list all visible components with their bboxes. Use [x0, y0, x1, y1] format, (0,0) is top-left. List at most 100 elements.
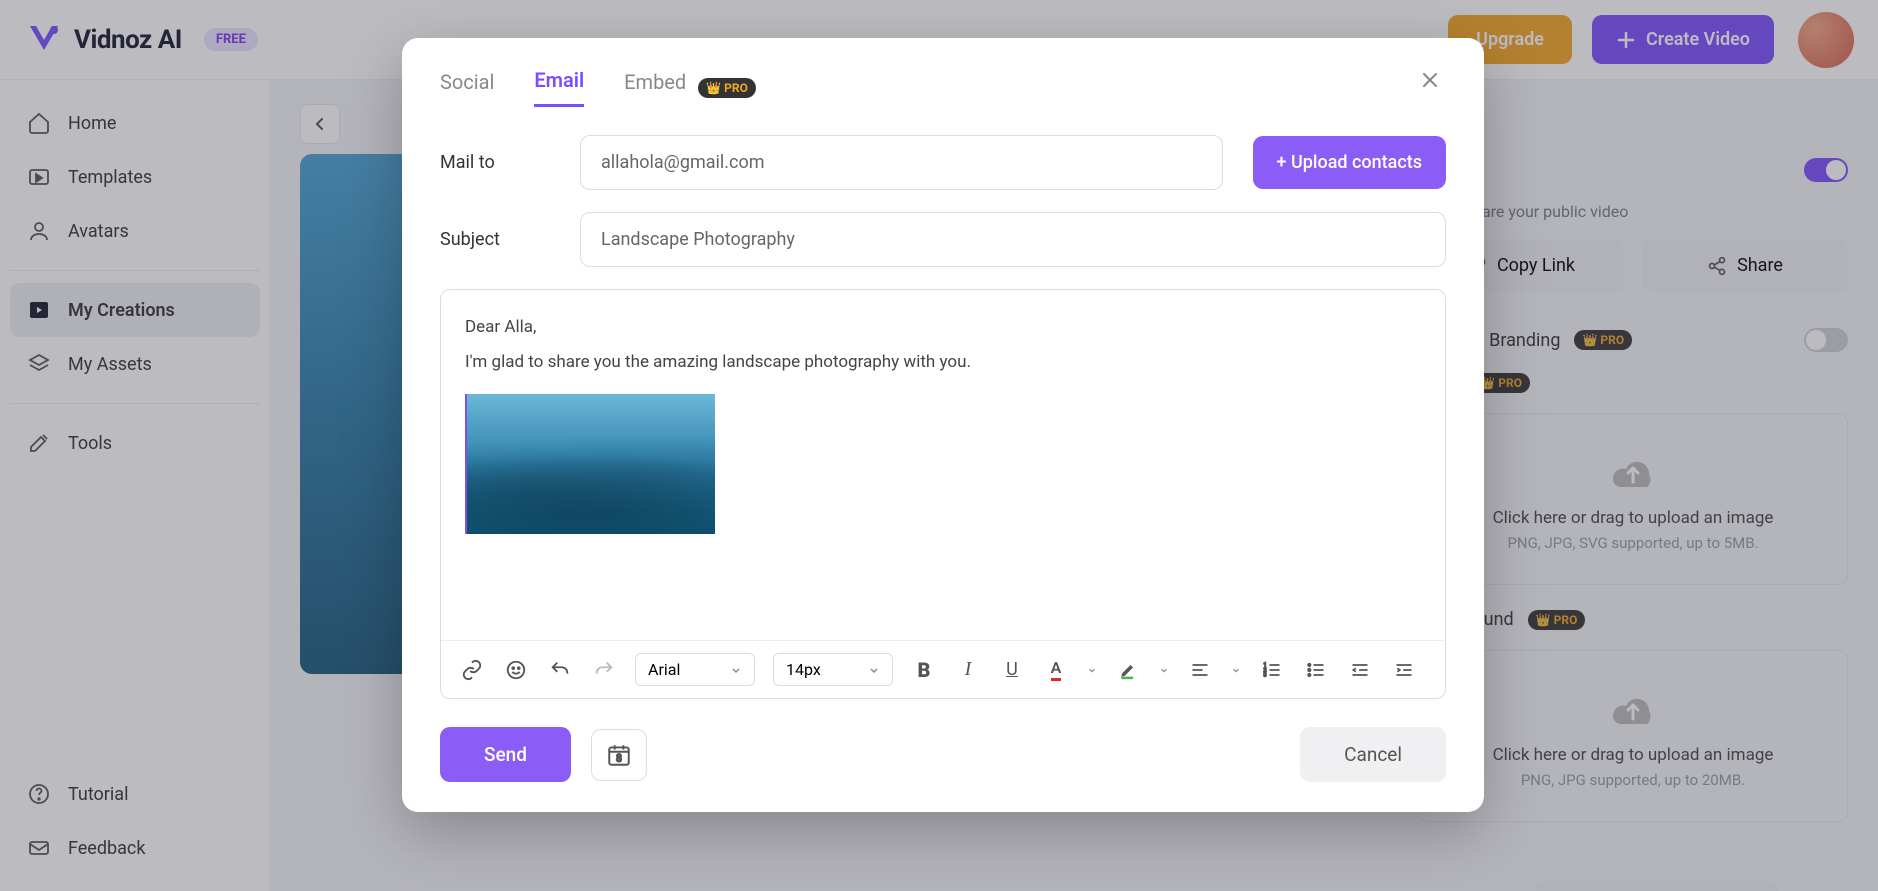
cancel-button[interactable]: Cancel	[1300, 727, 1446, 782]
branding-toggle[interactable]	[1804, 328, 1848, 352]
subject-input[interactable]	[580, 212, 1446, 267]
layers-icon	[26, 351, 52, 377]
create-label: Create Video	[1646, 29, 1750, 50]
unordered-list-tool[interactable]	[1303, 657, 1329, 683]
sidebar-item-label: Templates	[68, 167, 152, 188]
templates-icon	[26, 164, 52, 190]
chevron-down-icon	[868, 664, 880, 676]
email-embedded-image[interactable]	[465, 394, 715, 534]
outdent-icon	[1350, 660, 1370, 680]
help-icon	[26, 781, 52, 807]
sidebar-item-feedback[interactable]: Feedback	[10, 821, 260, 875]
sidebar-item-label: My Creations	[68, 300, 175, 321]
undo-tool[interactable]	[547, 657, 573, 683]
copy-link-label: Copy Link	[1497, 255, 1575, 276]
svg-text:8: 8	[616, 753, 621, 764]
share-label: Share	[1737, 255, 1783, 276]
share-button[interactable]: Share	[1642, 239, 1848, 292]
link-tool[interactable]	[459, 657, 485, 683]
share-modal: Social Email Embed 👑 PRO Mail to + Uploa…	[402, 38, 1484, 812]
redo-tool[interactable]	[591, 657, 617, 683]
brand-name: Vidnoz AI	[74, 25, 182, 55]
pro-badge: 👑 PRO	[1574, 330, 1632, 350]
tab-social[interactable]: Social	[440, 70, 494, 106]
close-button[interactable]	[1418, 68, 1446, 96]
tab-embed[interactable]: Embed	[624, 70, 686, 106]
email-editor: Dear Alla, I'm glad to share you the ama…	[440, 289, 1446, 699]
upload-contacts-label: + Upload contacts	[1277, 152, 1422, 173]
emoji-tool[interactable]	[503, 657, 529, 683]
play-square-icon	[26, 297, 52, 323]
svg-text:3: 3	[1264, 672, 1267, 678]
highlight-tool[interactable]	[1115, 657, 1141, 683]
editor-body[interactable]: Dear Alla, I'm glad to share you the ama…	[441, 290, 1445, 640]
sidebar-item-tutorial[interactable]: Tutorial	[10, 767, 260, 821]
upload-title: Click here or drag to upload an image	[1439, 508, 1827, 528]
sidebar-item-label: Tutorial	[68, 784, 128, 805]
mail-icon	[26, 835, 52, 861]
schedule-button[interactable]: 8	[591, 729, 647, 781]
cta-button[interactable]: Call-to-Action Button	[1535, 881, 1778, 891]
outdent-tool[interactable]	[1347, 657, 1373, 683]
font-family-value: Arial	[648, 660, 680, 679]
subject-label: Subject	[440, 229, 550, 250]
create-video-button[interactable]: Create Video	[1592, 15, 1774, 64]
sidebar-item-templates[interactable]: Templates	[10, 150, 260, 204]
tab-email[interactable]: Email	[534, 68, 584, 107]
cloud-upload-icon	[1601, 683, 1665, 731]
underline-tool[interactable]: U	[999, 657, 1025, 683]
brand[interactable]: Vidnoz AI FREE	[24, 20, 258, 60]
close-icon	[1418, 68, 1442, 92]
avatar-icon	[26, 218, 52, 244]
font-family-select[interactable]: Arial	[635, 653, 755, 686]
chevron-down-icon[interactable]	[1231, 665, 1241, 675]
undo-icon	[549, 659, 571, 681]
logo-mark-icon	[24, 20, 64, 60]
email-greeting: Dear Alla,	[465, 314, 1421, 341]
indent-tool[interactable]	[1391, 657, 1417, 683]
sidebar-item-my-creations[interactable]: My Creations	[10, 283, 260, 337]
sidebar-item-tools[interactable]: Tools	[10, 416, 260, 470]
cloud-upload-icon	[1601, 446, 1665, 494]
ordered-list-tool[interactable]: 123	[1259, 657, 1285, 683]
upload-hint: PNG, JPG supported, up to 20MB.	[1439, 771, 1827, 789]
sidebar-item-label: Feedback	[68, 838, 145, 859]
sidebar-item-label: Tools	[68, 433, 112, 454]
sidebar-item-avatars[interactable]: Avatars	[10, 204, 260, 258]
back-button[interactable]	[300, 104, 340, 144]
upload-contacts-button[interactable]: + Upload contacts	[1253, 136, 1446, 189]
bold-tool[interactable]: B	[911, 657, 937, 683]
pro-badge: 👑 PRO	[698, 78, 756, 98]
send-label: Send	[484, 743, 527, 766]
cancel-label: Cancel	[1344, 743, 1402, 766]
sidebar-item-home[interactable]: Home	[10, 96, 260, 150]
share-icon	[1707, 256, 1727, 276]
align-tool[interactable]	[1187, 657, 1213, 683]
highlighter-icon	[1118, 660, 1138, 680]
user-avatar[interactable]	[1798, 12, 1854, 68]
mail-to-input[interactable]	[580, 135, 1223, 190]
align-left-icon	[1190, 660, 1210, 680]
chevron-down-icon[interactable]	[1087, 665, 1097, 675]
sidebar: Home Templates Avatars My Creations My A…	[0, 80, 270, 891]
sidebar-item-label: My Assets	[68, 354, 152, 375]
italic-tool[interactable]: I	[955, 657, 981, 683]
free-badge: FREE	[204, 28, 258, 51]
send-button[interactable]: Send	[440, 727, 571, 782]
tools-icon	[26, 430, 52, 456]
editor-toolbar: Arial 14px B I U A 123	[441, 640, 1445, 698]
smile-icon	[505, 659, 527, 681]
sidebar-item-label: Avatars	[68, 221, 129, 242]
indent-icon	[1394, 660, 1414, 680]
text-color-tool[interactable]: A	[1043, 657, 1069, 683]
sidebar-item-my-assets[interactable]: My Assets	[10, 337, 260, 391]
video-toggle[interactable]	[1804, 158, 1848, 182]
sidebar-item-label: Home	[68, 113, 116, 134]
plus-icon	[1616, 30, 1636, 50]
chevron-down-icon	[730, 664, 742, 676]
font-size-select[interactable]: 14px	[773, 653, 893, 686]
chevron-left-icon	[312, 116, 328, 132]
redo-icon	[593, 659, 615, 681]
upload-hint: PNG, JPG, SVG supported, up to 5MB.	[1439, 534, 1827, 552]
chevron-down-icon[interactable]	[1159, 665, 1169, 675]
